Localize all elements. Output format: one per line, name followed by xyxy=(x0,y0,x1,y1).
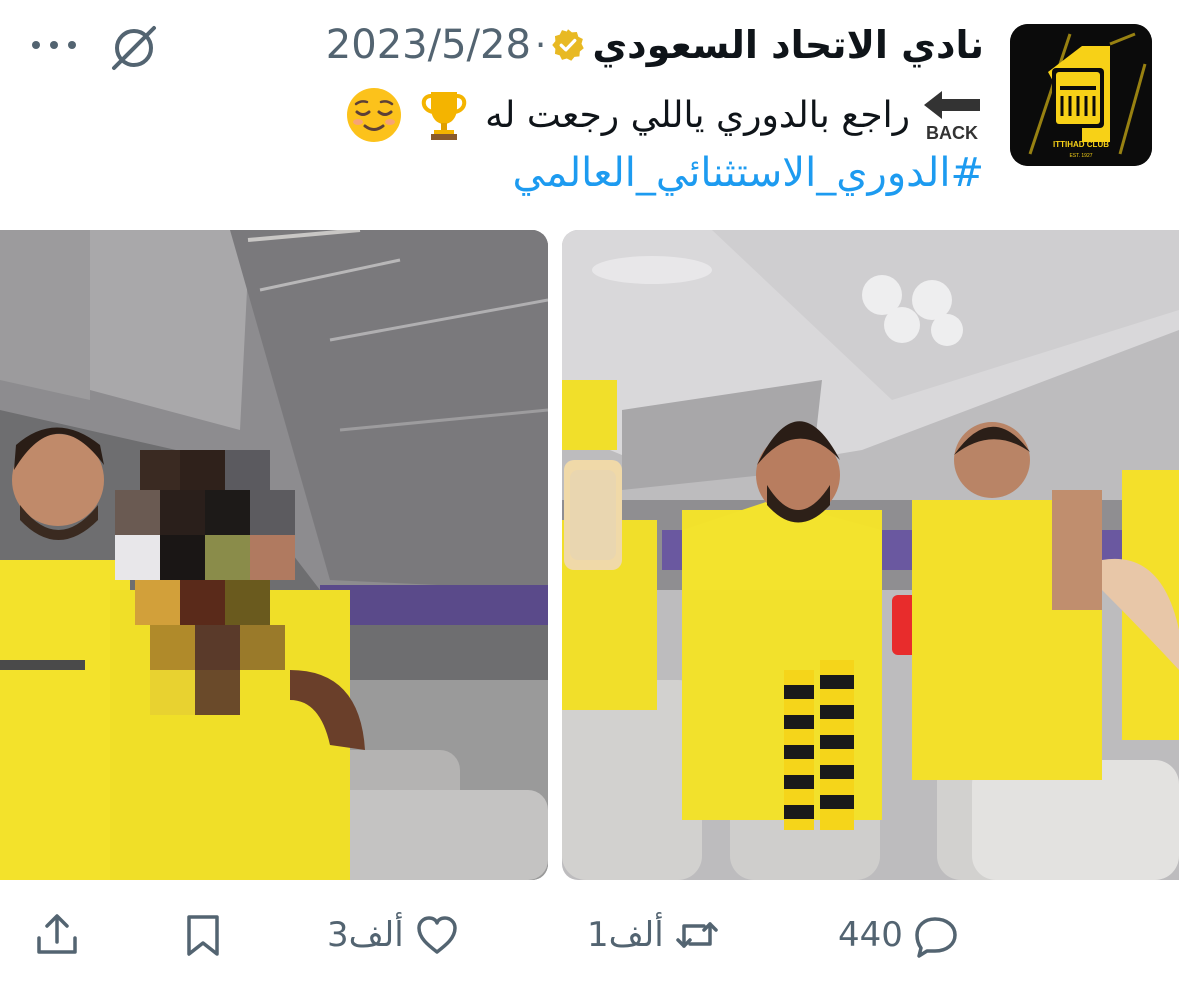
svg-text:EST. 1927: EST. 1927 xyxy=(1069,153,1092,159)
tweet-header: نادي الاتحاد السعودي · 2023/5/28 xyxy=(326,18,984,72)
back-label: BACK xyxy=(926,123,978,143)
verified-badge-icon xyxy=(550,27,586,63)
reply-button[interactable]: 440 xyxy=(838,900,959,970)
reply-icon xyxy=(915,917,957,958)
back-arrow-emoji-icon: BACK xyxy=(920,87,984,143)
like-button[interactable]: 3ألف xyxy=(327,900,460,970)
reply-count: 440 xyxy=(838,915,903,955)
author-name[interactable]: نادي الاتحاد السعودي xyxy=(592,23,984,67)
avatar[interactable]: ITTIHAD CLUB EST. 1927 xyxy=(1010,24,1152,166)
ittihad-logo-icon: ITTIHAD CLUB EST. 1927 xyxy=(1010,24,1152,166)
header-separator: · xyxy=(534,24,547,66)
share-button[interactable] xyxy=(34,900,80,970)
relieved-face-emoji-icon xyxy=(345,86,403,144)
retweet-button[interactable]: 1ألف xyxy=(587,900,720,970)
tweet-actions: 440 1ألف 3ألف xyxy=(0,900,1179,970)
tweet-photo-1[interactable] xyxy=(0,230,548,880)
retweet-count: 1ألف xyxy=(587,915,664,955)
bookmark-button[interactable] xyxy=(180,900,226,970)
mute-icon[interactable] xyxy=(106,22,162,72)
svg-text:ITTIHAD CLUB: ITTIHAD CLUB xyxy=(1053,140,1109,149)
tweet-date[interactable]: 2023/5/28 xyxy=(326,22,531,68)
trophy-emoji-icon xyxy=(415,86,473,144)
bookmark-icon xyxy=(187,915,219,956)
retweet-icon xyxy=(675,922,718,948)
share-icon xyxy=(37,914,77,954)
more-options-icon[interactable] xyxy=(28,30,80,60)
hashtag-link[interactable]: #الدوري_الاستثنائي_العالمي xyxy=(512,150,984,196)
tweet-photo-2[interactable] xyxy=(562,230,1179,880)
heart-icon xyxy=(416,916,457,954)
tweet-text: راجع بالدوري ياللي رجعت له xyxy=(485,94,910,136)
like-count: 3ألف xyxy=(327,915,404,955)
tweet-text-line: BACK راجع بالدوري ياللي رجعت له xyxy=(345,80,984,150)
